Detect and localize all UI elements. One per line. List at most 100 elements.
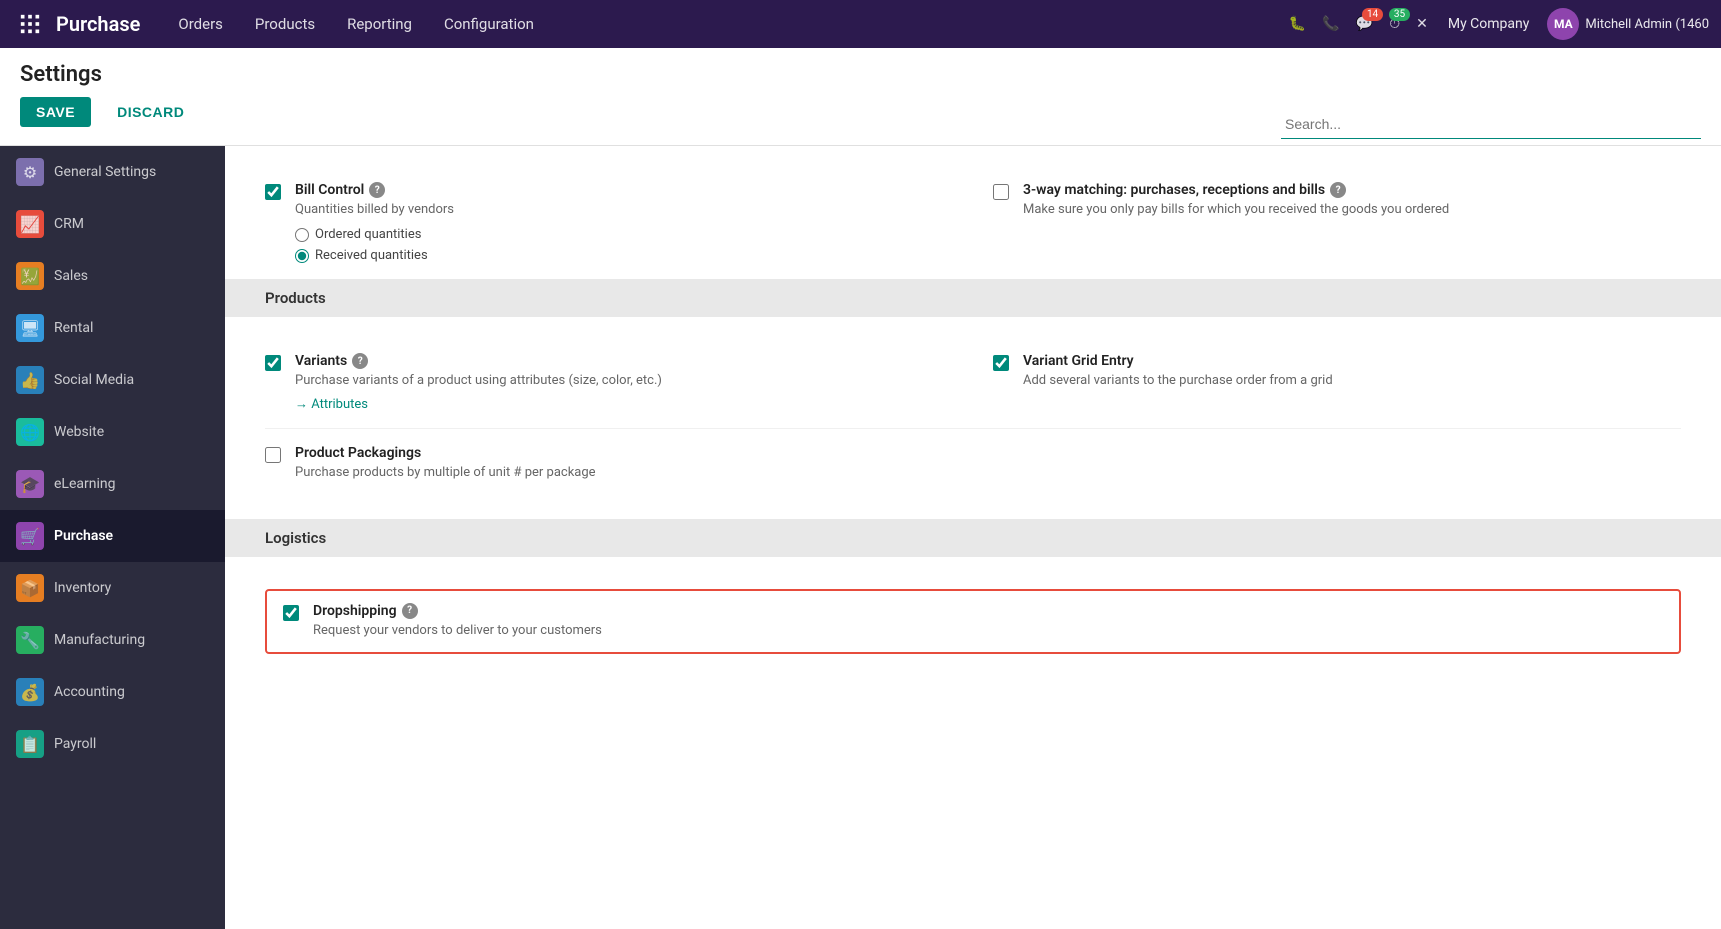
bill-control-checkbox-wrap	[265, 182, 281, 204]
nav-orders[interactable]: Orders	[164, 9, 237, 39]
purchase-icon: 🛒	[16, 522, 44, 550]
nav-products[interactable]: Products	[241, 9, 329, 39]
elearning-icon: 🎓	[16, 470, 44, 498]
sidebar: ⚙ General Settings 📈 CRM 💹 Sales 🖥 Renta…	[0, 146, 225, 929]
product-packagings-checkbox-wrap	[265, 445, 281, 467]
sidebar-item-general-settings[interactable]: ⚙ General Settings	[0, 146, 225, 198]
company-name: My Company	[1448, 16, 1530, 32]
sidebar-item-crm[interactable]: 📈 CRM	[0, 198, 225, 250]
three-way-matching-help-icon[interactable]: ?	[1330, 182, 1346, 198]
attributes-link[interactable]: → Attributes	[295, 396, 368, 412]
top-nav-menu: Orders Products Reporting Configuration	[164, 9, 1284, 39]
three-way-matching-description: Make sure you only pay bills for which y…	[1023, 201, 1449, 219]
three-way-matching-checkbox[interactable]	[993, 184, 1009, 200]
dropshipping-checkbox[interactable]	[283, 605, 299, 621]
variant-grid-entry-description: Add several variants to the purchase ord…	[1023, 372, 1333, 390]
product-packagings-col: Product Packagings Purchase products by …	[265, 445, 953, 482]
bill-control-section: Bill Control ? Quantities billed by vend…	[225, 146, 1721, 279]
three-way-matching-text: 3-way matching: purchases, receptions an…	[1023, 182, 1449, 219]
variants-help-icon[interactable]: ?	[352, 353, 368, 369]
product-packagings-checkbox[interactable]	[265, 447, 281, 463]
close-icon[interactable]: ✕	[1412, 12, 1432, 36]
sidebar-label-website: Website	[54, 424, 104, 440]
nav-configuration[interactable]: Configuration	[430, 9, 548, 39]
sidebar-item-inventory[interactable]: 📦 Inventory	[0, 562, 225, 614]
sidebar-item-purchase[interactable]: 🛒 Purchase	[0, 510, 225, 562]
three-way-matching-checkbox-wrap	[993, 182, 1009, 204]
bill-control-checkbox[interactable]	[265, 184, 281, 200]
product-packagings-description: Purchase products by multiple of unit # …	[295, 464, 596, 482]
nav-reporting[interactable]: Reporting	[333, 9, 426, 39]
three-way-matching-label: 3-way matching: purchases, receptions an…	[1023, 182, 1449, 198]
product-packagings-text: Product Packagings Purchase products by …	[295, 445, 596, 482]
variants-row: Variants ? Purchase variants of a produc…	[265, 337, 1681, 429]
dropshipping-help-icon[interactable]: ?	[402, 603, 418, 619]
phone-icon[interactable]: 📞	[1318, 12, 1343, 36]
sidebar-item-sales[interactable]: 💹 Sales	[0, 250, 225, 302]
payroll-icon: 📋	[16, 730, 44, 758]
sidebar-item-manufacturing[interactable]: 🔧 Manufacturing	[0, 614, 225, 666]
bug-icon[interactable]: 🐛	[1285, 12, 1310, 36]
sales-icon: 💹	[16, 262, 44, 290]
chat-badge: 14	[1362, 8, 1383, 21]
sidebar-label-inventory: Inventory	[54, 580, 111, 596]
rental-icon: 🖥	[16, 314, 44, 342]
sidebar-label-social-media: Social Media	[54, 372, 134, 388]
bill-control-help-icon[interactable]: ?	[369, 182, 385, 198]
product-packagings-label: Product Packagings	[295, 445, 596, 461]
user-name: Mitchell Admin (1460	[1585, 17, 1709, 32]
top-nav-icons: 🐛 📞 💬 14 ⏱ 35 ✕ My Company MA Mitchell A…	[1285, 8, 1709, 40]
variants-text: Variants ? Purchase variants of a produc…	[295, 353, 662, 412]
search-container	[1281, 110, 1701, 139]
dropshipping-checkbox-wrap	[283, 603, 299, 625]
sidebar-item-website[interactable]: 🌐 Website	[0, 406, 225, 458]
save-button[interactable]: SAVE	[20, 97, 91, 127]
timer-icon[interactable]: ⏱ 35	[1385, 12, 1404, 36]
app-brand: Purchase	[56, 12, 140, 36]
sidebar-label-general-settings: General Settings	[54, 164, 156, 180]
sidebar-item-payroll[interactable]: 📋 Payroll	[0, 718, 225, 770]
sidebar-label-purchase: Purchase	[54, 528, 113, 544]
logistics-settings-section: Dropshipping ? Request your vendors to d…	[225, 557, 1721, 686]
sidebar-label-accounting: Accounting	[54, 684, 125, 700]
sidebar-item-social-media[interactable]: 👍 Social Media	[0, 354, 225, 406]
bill-control-text: Bill Control ? Quantities billed by vend…	[295, 182, 454, 263]
general-settings-icon: ⚙	[16, 158, 44, 186]
variant-grid-entry-col: Variant Grid Entry Add several variants …	[993, 353, 1681, 412]
bill-control-description: Quantities billed by vendors	[295, 201, 454, 219]
bill-control-row: Bill Control ? Quantities billed by vend…	[265, 166, 1681, 279]
sidebar-item-rental[interactable]: 🖥 Rental	[0, 302, 225, 354]
discard-button[interactable]: DISCARD	[101, 97, 200, 127]
page-title: Settings	[20, 62, 1701, 87]
ordered-quantities-option[interactable]: Ordered quantities	[295, 227, 454, 242]
user-menu[interactable]: MA Mitchell Admin (1460	[1547, 8, 1709, 40]
dropshipping-label: Dropshipping ?	[313, 603, 602, 619]
variant-grid-entry-checkbox-wrap	[993, 353, 1009, 375]
variants-col: Variants ? Purchase variants of a produc…	[265, 353, 953, 412]
received-quantities-radio[interactable]	[295, 249, 309, 263]
variants-description: Purchase variants of a product using att…	[295, 372, 662, 390]
website-icon: 🌐	[16, 418, 44, 446]
variants-label: Variants ?	[295, 353, 662, 369]
bill-control-label: Bill Control ?	[295, 182, 454, 198]
search-input[interactable]	[1281, 110, 1701, 139]
received-quantities-option[interactable]: Received quantities	[295, 248, 454, 263]
variant-grid-entry-checkbox[interactable]	[993, 355, 1009, 371]
chat-icon[interactable]: 💬 14	[1352, 12, 1377, 36]
variants-checkbox[interactable]	[265, 355, 281, 371]
page-header: Settings SAVE DISCARD	[0, 48, 1721, 146]
logistics-section-label: Logistics	[265, 529, 326, 547]
sidebar-label-elearning: eLearning	[54, 476, 115, 492]
bill-control-radio-group: Ordered quantities Received quantities	[295, 227, 454, 263]
sidebar-item-accounting[interactable]: 💰 Accounting	[0, 666, 225, 718]
products-section-label: Products	[265, 289, 326, 307]
product-packagings-row: Product Packagings Purchase products by …	[265, 429, 1681, 498]
sidebar-label-sales: Sales	[54, 268, 88, 284]
three-way-matching-col: 3-way matching: purchases, receptions an…	[993, 182, 1681, 263]
sidebar-item-elearning[interactable]: 🎓 eLearning	[0, 458, 225, 510]
apps-menu-button[interactable]	[12, 6, 48, 42]
ordered-quantities-radio[interactable]	[295, 228, 309, 242]
variants-checkbox-wrap	[265, 353, 281, 375]
sidebar-label-manufacturing: Manufacturing	[54, 632, 145, 648]
user-avatar: MA	[1547, 8, 1579, 40]
